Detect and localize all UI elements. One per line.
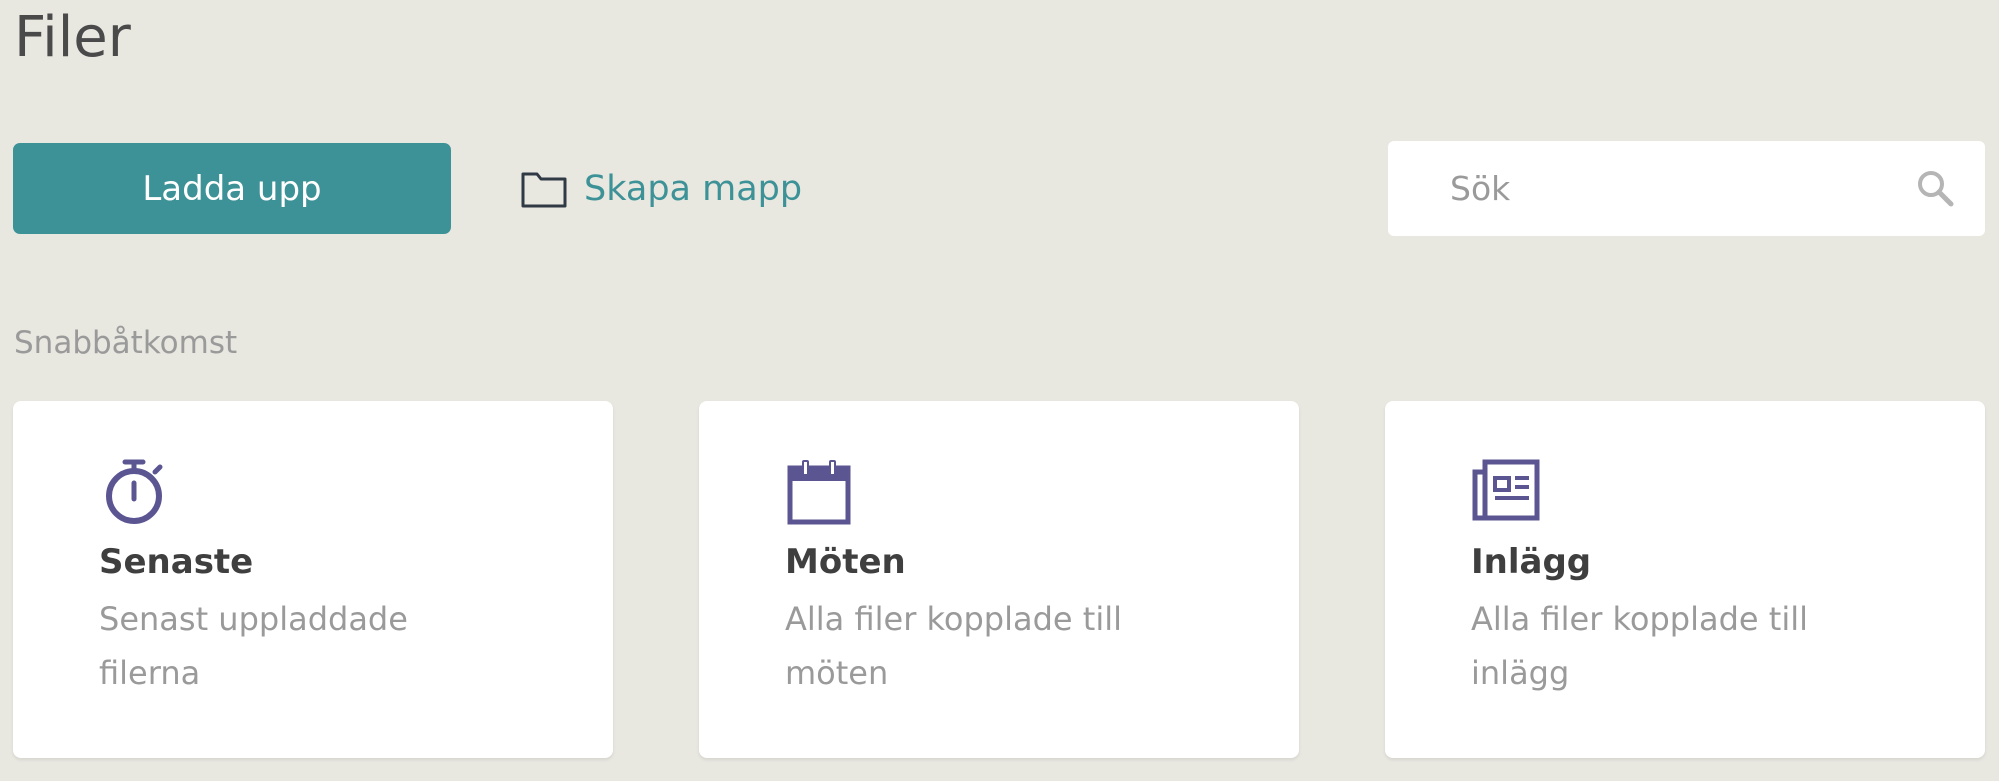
page-title: Filer [14, 5, 131, 70]
search-box [1388, 141, 1985, 236]
quick-access-heading: Snabbåtkomst [14, 325, 238, 361]
card-title: Inlägg [1471, 542, 1592, 582]
quick-access-card-posts[interactable]: Inlägg Alla filer kopplade till inlägg [1385, 401, 1985, 758]
card-description: Alla filer kopplade till inlägg [1471, 600, 1808, 692]
card-title: Senaste [99, 542, 254, 582]
quick-access-card-meetings[interactable]: Möten Alla filer kopplade till möten [699, 401, 1299, 758]
card-description: Alla filer kopplade till möten [785, 600, 1122, 692]
create-folder-label: Skapa mapp [584, 169, 803, 209]
card-title: Möten [785, 542, 906, 582]
card-description: Senast uppladdade filerna [99, 600, 408, 692]
create-folder-button[interactable]: Skapa mapp [520, 162, 802, 216]
quick-access-card-recent[interactable]: Senaste Senast uppladdade filerna [13, 401, 613, 758]
stopwatch-icon [99, 456, 169, 526]
calendar-icon [785, 456, 855, 526]
folder-icon [520, 169, 568, 209]
search-input[interactable] [1448, 157, 1892, 220]
newspaper-icon [1471, 456, 1541, 526]
search-icon[interactable] [1915, 168, 1955, 208]
upload-button[interactable]: Ladda upp [13, 143, 451, 234]
